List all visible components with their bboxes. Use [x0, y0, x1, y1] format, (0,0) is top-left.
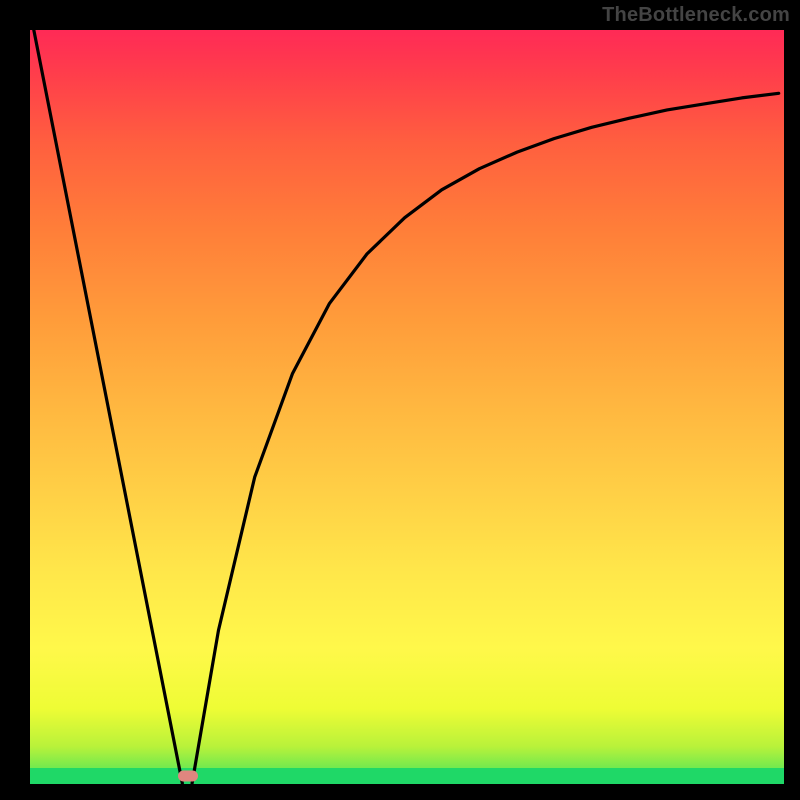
curve-path [34, 30, 779, 783]
vertex-marker [178, 771, 198, 782]
chart-frame: TheBottleneck.com [0, 0, 800, 800]
watermark-text: TheBottleneck.com [602, 4, 790, 27]
curve-svg [30, 30, 784, 784]
plot-area [30, 30, 784, 784]
